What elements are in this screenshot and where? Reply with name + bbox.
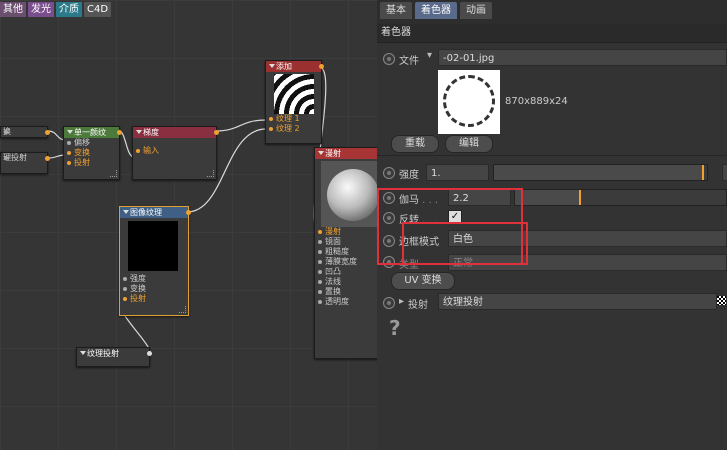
port-offset[interactable]: 偏移 (64, 138, 119, 148)
reload-button[interactable]: 重载 (391, 135, 439, 153)
strength-input[interactable]: 1. (426, 164, 489, 181)
attribute-panel: 基本 着色器 动画 着色器 文件 ▾ -02-01.jpg 870x889x24… (377, 0, 727, 450)
node-left-a-label: 换 (1, 127, 47, 137)
divider (377, 155, 727, 156)
strength-radio[interactable] (383, 167, 395, 179)
node-diffuse-title: 漫射 (315, 148, 377, 159)
material-preview-sphere (321, 161, 377, 227)
port-displacement[interactable]: 置换 (315, 287, 377, 297)
node-image-texture[interactable]: 图像纹理 强度 变换 投射 (119, 206, 191, 316)
port-input[interactable]: 输入 (133, 146, 216, 156)
edit-button[interactable]: 编辑 (445, 135, 493, 153)
node-texture-projection-title: 纹理投射 (77, 348, 149, 359)
panel-tabs: 基本 着色器 动画 (377, 0, 727, 24)
strength-marker (701, 165, 704, 180)
node-left-b-label: 理投射 (1, 153, 47, 163)
port-opacity[interactable]: 透明度 (315, 297, 377, 307)
node-add-title: 添加 (266, 61, 321, 72)
help-icon[interactable]: ? (389, 316, 401, 340)
port-specular[interactable]: 镜面 (315, 237, 377, 247)
output-port[interactable] (147, 351, 152, 356)
node-single-texture-title: 单一颜纹 (64, 127, 119, 138)
node-image-texture-title: 图像纹理 (120, 207, 188, 218)
port-transform[interactable]: 变换 (64, 148, 119, 158)
texture-thumbnail (438, 70, 500, 134)
texture-dimensions: 870x889x24 (505, 96, 568, 107)
chevron-right-icon[interactable]: ▸ (399, 296, 404, 307)
strength-extra[interactable] (722, 164, 727, 181)
projection-field[interactable]: 纹理投射 (438, 293, 717, 310)
chevron-down-icon[interactable]: ▾ (427, 50, 432, 61)
output-port[interactable] (117, 130, 122, 135)
image-texture-preview (128, 221, 178, 271)
node-left-a[interactable]: 换 (0, 126, 50, 138)
port-bump[interactable]: 凹凸 (315, 267, 377, 277)
node-gradient-title: 梯度 (133, 127, 216, 138)
strength-slider[interactable] (493, 164, 708, 181)
gamma-slider[interactable] (514, 189, 727, 206)
resize-grip[interactable] (179, 306, 186, 313)
strength-label: 强度 (399, 170, 419, 181)
tab-shader[interactable]: 着色器 (415, 2, 457, 19)
file-radio[interactable] (383, 53, 395, 65)
node-texture-projection[interactable]: 纹理投射 (76, 347, 152, 367)
section-title: 着色器 (377, 24, 727, 43)
highlight-box-inner (402, 222, 528, 265)
node-single-texture[interactable]: 单一颜纹 偏移 变换 投射 (63, 126, 122, 180)
port-roughness[interactable]: 粗糙度 (315, 247, 377, 257)
output-port[interactable] (319, 64, 324, 69)
projection-radio[interactable] (383, 297, 395, 309)
uv-transform-button[interactable]: UV 变换 (391, 272, 455, 290)
gamma-marker (579, 190, 582, 205)
file-label: 文件 (399, 56, 419, 67)
output-port[interactable] (45, 156, 50, 161)
port-film-width[interactable]: 薄膜宽度 (315, 257, 377, 267)
output-port[interactable] (45, 130, 50, 135)
add-preview-thumbnail (274, 74, 314, 114)
port-texture-1[interactable]: 纹理 1 (266, 114, 321, 124)
node-editor-canvas[interactable]: 其他 发光 介质 C4D 换 理投射 单一颜纹 偏移 变换 投射 梯度 输入 添… (0, 0, 377, 450)
strength-fill (494, 165, 703, 180)
node-add[interactable]: 添加 纹理 1 纹理 2 (265, 60, 324, 144)
port-strength[interactable]: 强度 (120, 274, 188, 284)
tab-basic[interactable]: 基本 (380, 2, 412, 19)
port-projection[interactable]: 投射 (120, 294, 188, 304)
port-texture-2[interactable]: 纹理 2 (266, 124, 321, 134)
file-field[interactable]: -02-01.jpg (438, 49, 727, 66)
output-port[interactable] (186, 210, 191, 215)
resize-grip[interactable] (110, 170, 117, 177)
checker-icon[interactable] (717, 296, 726, 305)
gamma-fill (515, 190, 581, 205)
node-left-b[interactable]: 理投射 (0, 152, 50, 174)
port-transform[interactable]: 变换 (120, 284, 188, 294)
node-gradient[interactable]: 梯度 输入 (132, 126, 219, 180)
port-projection[interactable]: 投射 (64, 158, 119, 168)
tab-animation[interactable]: 动画 (460, 2, 492, 19)
resize-grip[interactable] (207, 170, 214, 177)
port-diffuse[interactable]: 漫射 (315, 227, 377, 237)
node-diffuse[interactable]: 漫射 漫射 镜面 粗糙度 薄膜宽度 凹凸 法线 置换 透明度 (314, 147, 377, 359)
output-port[interactable] (214, 130, 219, 135)
port-normal[interactable]: 法线 (315, 277, 377, 287)
projection-label: 投射 (408, 300, 428, 311)
